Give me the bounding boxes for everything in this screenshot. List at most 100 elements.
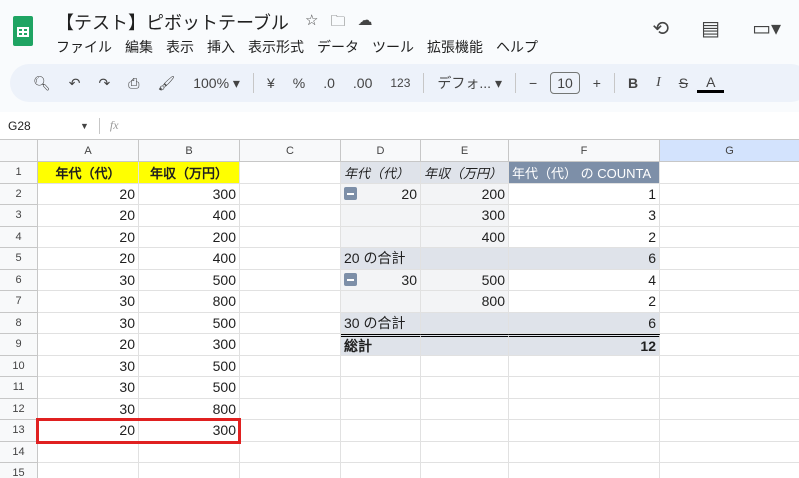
menu-4[interactable]: 表示形式 bbox=[248, 37, 304, 57]
decrease-decimal-button[interactable]: .0 bbox=[314, 75, 344, 91]
cell[interactable] bbox=[660, 227, 799, 248]
cell[interactable] bbox=[660, 442, 799, 463]
cell[interactable] bbox=[660, 463, 799, 478]
cell[interactable] bbox=[341, 398, 421, 420]
cell[interactable] bbox=[240, 162, 341, 184]
cell[interactable] bbox=[240, 355, 341, 377]
row-header-6[interactable]: 6 bbox=[0, 269, 38, 291]
name-box[interactable]: G28 bbox=[0, 119, 80, 133]
collapse-icon[interactable] bbox=[344, 187, 357, 201]
source-cell[interactable]: 30 bbox=[38, 398, 139, 420]
cell[interactable] bbox=[240, 205, 341, 227]
menu-0[interactable]: ファイル bbox=[56, 37, 112, 57]
pivot-cell[interactable]: 20 bbox=[341, 183, 421, 205]
cell[interactable] bbox=[421, 463, 509, 478]
source-header-1[interactable]: 年収（万円） bbox=[139, 162, 240, 184]
column-header-G[interactable]: G bbox=[660, 140, 799, 162]
cell[interactable] bbox=[421, 355, 509, 377]
cell[interactable] bbox=[240, 226, 341, 248]
pivot-total-cell[interactable] bbox=[421, 334, 509, 356]
meet-icon[interactable]: ▭▾ bbox=[752, 16, 781, 41]
cell[interactable] bbox=[421, 441, 509, 463]
pivot-cell[interactable]: 30 bbox=[341, 269, 421, 291]
pivot-header-2[interactable]: 年代（代） の COUNTA bbox=[509, 162, 660, 184]
cell[interactable] bbox=[240, 334, 341, 356]
row-header-8[interactable]: 8 bbox=[0, 312, 38, 334]
pivot-header-0[interactable]: 年代（代） bbox=[341, 162, 421, 184]
increase-font-size-button[interactable]: + bbox=[584, 75, 610, 91]
row-header-9[interactable]: 9 bbox=[0, 334, 38, 356]
move-folder-icon[interactable]: 🗀 bbox=[330, 11, 345, 36]
source-cell[interactable]: 400 bbox=[139, 205, 240, 227]
redo-icon[interactable]: ↷ bbox=[90, 75, 120, 92]
cell[interactable] bbox=[509, 420, 660, 442]
print-icon[interactable]: ⎙ bbox=[119, 75, 148, 92]
pivot-cell[interactable]: 200 bbox=[421, 183, 509, 205]
undo-icon[interactable]: ↶ bbox=[60, 75, 90, 92]
cell[interactable] bbox=[139, 463, 240, 478]
source-cell[interactable]: 200 bbox=[139, 226, 240, 248]
menu-6[interactable]: ツール bbox=[372, 37, 414, 57]
source-cell[interactable]: 20 bbox=[38, 334, 139, 356]
cell[interactable] bbox=[660, 205, 799, 227]
decrease-font-size-button[interactable]: − bbox=[520, 75, 546, 91]
cell[interactable] bbox=[240, 441, 341, 463]
row-header-12[interactable]: 12 bbox=[0, 398, 38, 420]
search-icon[interactable]: 🔍︎ bbox=[24, 75, 60, 92]
cell[interactable] bbox=[660, 356, 799, 377]
cell[interactable] bbox=[240, 248, 341, 270]
sheets-logo[interactable] bbox=[13, 16, 33, 46]
percent-button[interactable]: % bbox=[284, 75, 314, 91]
pivot-cell[interactable] bbox=[341, 226, 421, 248]
cloud-status-icon[interactable]: ☁ bbox=[357, 11, 372, 36]
cell[interactable] bbox=[660, 270, 799, 291]
cell[interactable] bbox=[660, 399, 799, 420]
pivot-header-1[interactable]: 年収（万円） bbox=[421, 162, 509, 184]
pivot-cell[interactable]: 500 bbox=[421, 269, 509, 291]
source-cell[interactable]: 20 bbox=[38, 248, 139, 270]
pivot-cell[interactable]: 300 bbox=[421, 205, 509, 227]
row-header-5[interactable]: 5 bbox=[0, 248, 38, 270]
pivot-cell[interactable] bbox=[341, 205, 421, 227]
column-header-C[interactable]: C bbox=[240, 140, 341, 162]
source-cell[interactable]: 400 bbox=[139, 248, 240, 270]
row-header-3[interactable]: 3 bbox=[0, 205, 38, 227]
menu-3[interactable]: 挿入 bbox=[207, 37, 235, 57]
cell[interactable] bbox=[240, 269, 341, 291]
pivot-total-cell[interactable] bbox=[421, 248, 509, 270]
menu-1[interactable]: 編集 bbox=[125, 37, 153, 57]
cell[interactable] bbox=[660, 313, 799, 334]
column-header-A[interactable]: A bbox=[38, 140, 139, 162]
source-cell[interactable]: 500 bbox=[139, 269, 240, 291]
pivot-cell[interactable] bbox=[341, 291, 421, 313]
column-header-E[interactable]: E bbox=[421, 140, 509, 162]
pivot-cell[interactable]: 800 bbox=[421, 291, 509, 313]
cell[interactable] bbox=[660, 334, 799, 356]
cell[interactable] bbox=[660, 248, 799, 270]
source-cell[interactable]: 800 bbox=[139, 398, 240, 420]
cell[interactable] bbox=[240, 463, 341, 478]
spreadsheet-grid[interactable]: A B C D E F G 1 2 3 4 5 6 7 8 9 10 11 12 13 14 15 年代（代） 年収（万円） 2… bbox=[0, 140, 799, 478]
pivot-total-cell[interactable]: 6 bbox=[509, 248, 660, 270]
source-cell[interactable]: 30 bbox=[38, 269, 139, 291]
menu-8[interactable]: ヘルプ bbox=[496, 37, 538, 57]
source-cell[interactable]: 30 bbox=[38, 291, 139, 313]
currency-button[interactable]: ¥ bbox=[258, 75, 284, 91]
font-select[interactable]: デフォ... ▾ bbox=[428, 73, 511, 93]
source-cell[interactable]: 800 bbox=[139, 291, 240, 313]
cell[interactable] bbox=[660, 420, 799, 442]
row-header-11[interactable]: 11 bbox=[0, 377, 38, 399]
cell[interactable] bbox=[341, 441, 421, 463]
cell[interactable] bbox=[509, 441, 660, 463]
pivot-total-cell[interactable]: 12 bbox=[509, 334, 660, 356]
cell[interactable] bbox=[421, 398, 509, 420]
row-header-4[interactable]: 4 bbox=[0, 226, 38, 248]
formula-input[interactable] bbox=[119, 112, 799, 139]
source-cell[interactable]: 30 bbox=[38, 312, 139, 334]
row-header-1[interactable]: 1 bbox=[0, 162, 38, 184]
cell[interactable] bbox=[38, 463, 139, 478]
cell[interactable] bbox=[240, 377, 341, 399]
source-cell[interactable]: 20 bbox=[38, 205, 139, 227]
cell[interactable] bbox=[240, 183, 341, 205]
pivot-cell[interactable]: 2 bbox=[509, 226, 660, 248]
